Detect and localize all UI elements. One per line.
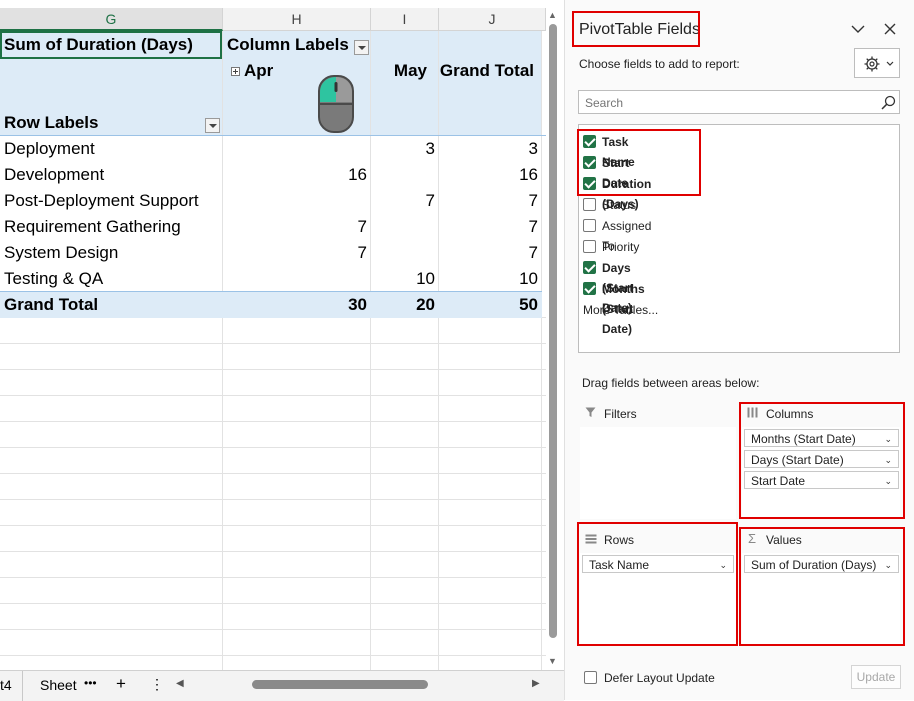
field-label: Priority xyxy=(602,240,640,254)
column-header-h[interactable]: H xyxy=(223,8,371,31)
update-button[interactable]: Update xyxy=(851,665,901,689)
column-header-i[interactable]: I xyxy=(371,8,439,31)
grid-line xyxy=(0,421,546,422)
grid-line xyxy=(370,31,371,671)
row-label[interactable]: Deployment xyxy=(4,136,95,162)
sheet-tab-active[interactable]: Sheet xyxy=(40,677,77,693)
grand-total-label[interactable]: Grand Total xyxy=(4,292,98,318)
more-sheets-icon[interactable]: ••• xyxy=(84,676,97,690)
vertical-scroll-thumb[interactable] xyxy=(549,24,557,638)
row-labels-filter-button[interactable] xyxy=(205,118,220,133)
cell-total[interactable]: 16 xyxy=(439,162,538,188)
selected-cell-outline xyxy=(0,31,222,59)
expand-apr-icon[interactable] xyxy=(231,67,240,76)
add-sheet-icon[interactable]: + xyxy=(116,674,126,694)
cell-may[interactable]: 7 xyxy=(371,188,435,214)
cell-total[interactable]: 7 xyxy=(439,240,538,266)
grid-line xyxy=(438,31,439,671)
cell-total[interactable]: 7 xyxy=(439,188,538,214)
cell-apr[interactable]: 7 xyxy=(223,214,367,240)
caret-down-icon xyxy=(886,61,894,66)
scroll-left-icon[interactable]: ◀ xyxy=(176,678,184,689)
highlight-checked-fields xyxy=(577,129,701,196)
grid-line xyxy=(0,577,546,578)
highlight-columns-area xyxy=(739,402,905,519)
search-input[interactable] xyxy=(583,93,867,113)
column-header-g[interactable]: G xyxy=(0,8,223,31)
scroll-down-icon[interactable]: ▼ xyxy=(548,656,557,666)
grid-line xyxy=(0,499,546,500)
grid-line xyxy=(0,447,546,448)
defer-layout-label: Defer Layout Update xyxy=(604,671,715,685)
pivottable-fields-pane: PivotTable Fields Choose fields to add t… xyxy=(564,0,914,700)
cell-may[interactable]: 10 xyxy=(371,266,435,292)
grid-line xyxy=(0,395,546,396)
row-label[interactable]: System Design xyxy=(4,240,118,266)
sheet-tab-partial[interactable]: t4 xyxy=(0,677,12,693)
grand-total-apr[interactable]: 30 xyxy=(223,292,367,318)
checkbox-unchecked-icon[interactable] xyxy=(583,240,596,253)
row-labels-header[interactable]: Row Labels xyxy=(4,110,98,136)
drag-fields-hint: Drag fields between areas below: xyxy=(582,376,760,390)
filter-icon xyxy=(585,407,596,417)
column-labels-filter-button[interactable] xyxy=(354,40,369,55)
cell-apr[interactable]: 7 xyxy=(223,240,367,266)
grid-line xyxy=(222,31,223,671)
grid-line xyxy=(0,369,546,370)
cell-total[interactable]: 10 xyxy=(439,266,538,292)
filters-area-title: Filters xyxy=(604,407,637,421)
checkbox-checked-icon[interactable] xyxy=(583,282,596,295)
tab-divider xyxy=(22,671,23,701)
filters-drop-area[interactable] xyxy=(580,427,736,519)
cell-apr[interactable]: 16 xyxy=(223,162,367,188)
highlight-title xyxy=(572,11,700,47)
mouse-icon xyxy=(318,75,354,133)
defer-layout-checkbox[interactable] xyxy=(584,671,597,684)
grand-total-may[interactable]: 20 xyxy=(371,292,435,318)
column-header-j[interactable]: J xyxy=(439,8,546,31)
row-label[interactable]: Development xyxy=(4,162,104,188)
checkbox-checked-icon[interactable] xyxy=(583,261,596,274)
gear-icon xyxy=(864,56,880,72)
grid-line xyxy=(0,551,546,552)
checkbox-unchecked-icon[interactable] xyxy=(583,219,596,232)
horizontal-scroll-thumb[interactable] xyxy=(252,680,428,689)
column-apr-header[interactable]: Apr xyxy=(244,58,273,84)
search-box[interactable] xyxy=(578,90,900,114)
highlight-values-area xyxy=(739,527,905,646)
row-label[interactable]: Testing & QA xyxy=(4,266,103,292)
close-icon[interactable] xyxy=(884,23,896,35)
cell-total[interactable]: 3 xyxy=(439,136,538,162)
grid-line xyxy=(541,31,542,671)
grid-line xyxy=(0,629,546,630)
row-label[interactable]: Post-Deployment Support xyxy=(4,188,199,214)
search-icon xyxy=(881,95,896,110)
checkbox-unchecked-icon[interactable] xyxy=(583,198,596,211)
cell-may[interactable]: 3 xyxy=(371,136,435,162)
tab-menu-icon[interactable]: ⋮ xyxy=(150,676,164,693)
highlight-rows-area xyxy=(577,522,738,646)
grid-line xyxy=(0,473,546,474)
row-label[interactable]: Requirement Gathering xyxy=(4,214,181,240)
spreadsheet-area[interactable]: G H I J Sum of Duration (Days) Column La… xyxy=(0,0,546,700)
more-tables-link[interactable]: More Tables... xyxy=(583,303,658,317)
grid-line xyxy=(0,603,546,604)
scroll-up-icon[interactable]: ▲ xyxy=(548,10,557,20)
grid-line xyxy=(0,655,546,656)
column-labels-header[interactable]: Column Labels xyxy=(227,32,349,58)
grid-line xyxy=(0,343,546,344)
choose-fields-label: Choose fields to add to report: xyxy=(579,57,740,71)
scroll-right-icon[interactable]: ▶ xyxy=(532,678,540,689)
chevron-down-icon[interactable] xyxy=(851,24,865,34)
column-grand-total-header[interactable]: Grand Total xyxy=(439,58,534,84)
field-label: Status xyxy=(602,198,637,212)
grand-total-all[interactable]: 50 xyxy=(439,292,538,318)
column-may-header[interactable]: May xyxy=(371,58,427,84)
tools-button[interactable] xyxy=(854,48,900,78)
cell-total[interactable]: 7 xyxy=(439,214,538,240)
grid-line xyxy=(0,525,546,526)
